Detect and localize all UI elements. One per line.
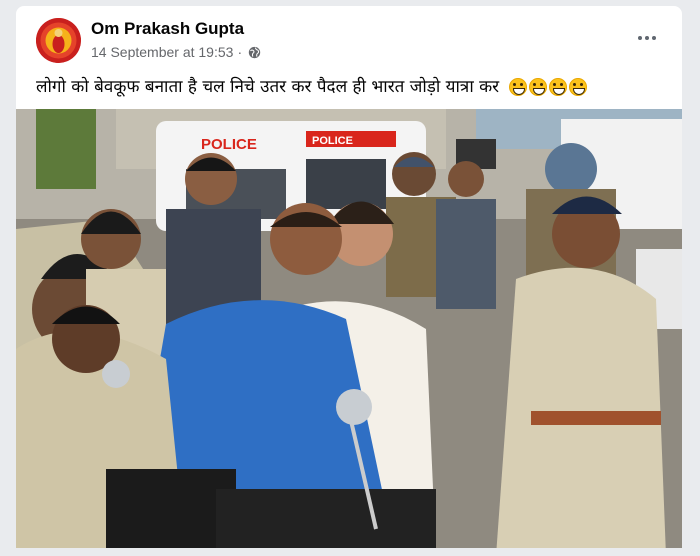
post-timestamp[interactable]: 14 September at 19:53 [91, 44, 233, 60]
grinning-face-icon [508, 78, 527, 96]
more-dot [638, 36, 642, 40]
grinning-face-icon [568, 78, 587, 96]
post-text: लोगो को बेवकूफ बनाता है चल निचे उतर कर प… [36, 74, 666, 97]
author-name[interactable]: Om Prakash Gupta [91, 19, 244, 39]
post-text-body: लोगो को बेवकूफ बनाता है चल निचे उतर कर प… [36, 77, 500, 97]
emoji-row [508, 78, 587, 96]
more-dot [652, 36, 656, 40]
grinning-face-icon [548, 78, 567, 96]
avatar[interactable] [36, 18, 81, 63]
van-label-left: POLICE [201, 136, 257, 153]
post-card: Om Prakash Gupta 14 September at 19:53 ·… [16, 6, 682, 556]
globe-icon[interactable] [248, 46, 261, 59]
post-meta: 14 September at 19:53 · [91, 44, 261, 60]
meta-separator: · [237, 44, 243, 60]
post-photo[interactable]: POLICE POLICE [16, 109, 682, 556]
more-options-button[interactable] [632, 26, 662, 50]
van-label-right: POLICE [312, 135, 353, 147]
grinning-face-icon [528, 78, 547, 96]
more-dot [645, 36, 649, 40]
avatar-image [36, 18, 81, 63]
feed-gap [0, 548, 700, 556]
photo-scene: POLICE POLICE [16, 109, 682, 556]
